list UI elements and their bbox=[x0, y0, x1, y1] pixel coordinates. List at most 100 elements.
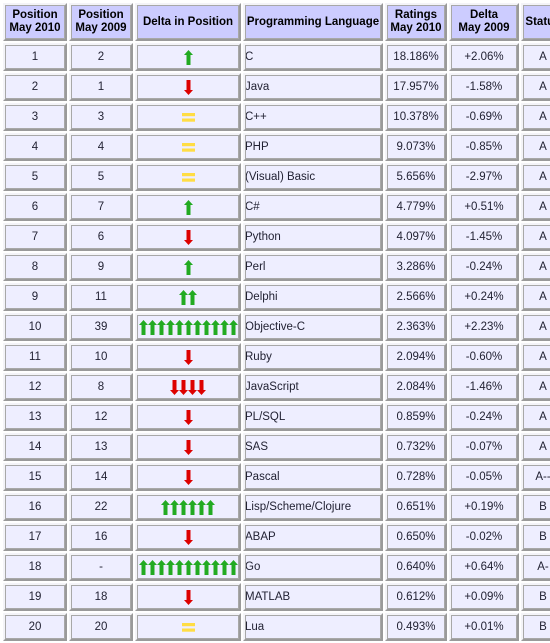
table-row: 12 8 JavaScript 2.084% -1.46% A bbox=[3, 373, 550, 401]
cell-programming-language[interactable]: Lua bbox=[243, 613, 383, 641]
cell-position-2010: 15 bbox=[3, 463, 67, 491]
arrow-up-icon bbox=[183, 559, 193, 575]
arrow-up-icon bbox=[156, 319, 166, 335]
cell-position-2010: 20 bbox=[3, 613, 67, 641]
cell-position-2009: 16 bbox=[69, 523, 133, 551]
cell-position-2010: 2 bbox=[3, 73, 67, 101]
cell-ratings-2010: 0.493% bbox=[385, 613, 447, 641]
cell-programming-language[interactable]: Python bbox=[243, 223, 383, 251]
column-header-ratings-2010: Ratings May 2010 bbox=[385, 3, 447, 41]
arrow-up-icon bbox=[147, 319, 157, 335]
cell-programming-language[interactable]: PHP bbox=[243, 133, 383, 161]
cell-programming-language[interactable]: MATLAB bbox=[243, 583, 383, 611]
cell-status: A bbox=[521, 433, 550, 461]
column-header-delta-in-position: Delta in Position bbox=[135, 3, 241, 41]
cell-position-2010: 3 bbox=[3, 103, 67, 131]
arrow-down-icon bbox=[183, 469, 193, 485]
column-header-line1: Delta bbox=[469, 9, 499, 21]
arrow-up-icon-group bbox=[137, 315, 239, 339]
cell-programming-language[interactable]: Go bbox=[243, 553, 383, 581]
arrow-down-icon bbox=[170, 379, 179, 395]
cell-delta-2009: -0.24% bbox=[449, 403, 519, 431]
cell-delta-2009: -0.60% bbox=[449, 343, 519, 371]
cell-status: A bbox=[521, 373, 550, 401]
cell-position-2009: 13 bbox=[69, 433, 133, 461]
cell-ratings-2010: 2.566% bbox=[385, 283, 447, 311]
cell-ratings-2010: 0.640% bbox=[385, 553, 447, 581]
cell-programming-language[interactable]: ABAP bbox=[243, 523, 383, 551]
arrow-down-icon-group bbox=[137, 465, 239, 489]
cell-programming-language[interactable]: Perl bbox=[243, 253, 383, 281]
table-row: 20 20 Lua 0.493% +0.01% B bbox=[3, 613, 550, 641]
cell-position-2009: 10 bbox=[69, 343, 133, 371]
cell-programming-language[interactable]: Pascal bbox=[243, 463, 383, 491]
cell-delta-2009: -0.85% bbox=[449, 133, 519, 161]
arrow-up-icon bbox=[188, 499, 197, 515]
arrow-up-icon-group bbox=[137, 45, 239, 69]
arrow-up-icon-group bbox=[137, 255, 239, 279]
cell-status: A bbox=[521, 103, 550, 131]
cell-programming-language[interactable]: C# bbox=[243, 193, 383, 221]
cell-programming-language[interactable]: SAS bbox=[243, 433, 383, 461]
cell-programming-language[interactable]: Java bbox=[243, 73, 383, 101]
cell-position-2010: 18 bbox=[3, 553, 67, 581]
equals-icon bbox=[181, 172, 195, 182]
cell-programming-language[interactable]: C bbox=[243, 43, 383, 71]
cell-delta-in-position bbox=[135, 553, 241, 581]
cell-ratings-2010: 2.094% bbox=[385, 343, 447, 371]
arrow-up-icon bbox=[188, 289, 197, 305]
table-row: 16 22 Lisp/Scheme/Clojure 0.651% +0.19% B bbox=[3, 493, 550, 521]
cell-position-2010: 5 bbox=[3, 163, 67, 191]
arrow-up-icon bbox=[228, 559, 238, 575]
cell-programming-language[interactable]: PL/SQL bbox=[243, 403, 383, 431]
arrow-up-icon bbox=[174, 559, 184, 575]
table-row: 7 6 Python 4.097% -1.45% A bbox=[3, 223, 550, 251]
cell-status: A bbox=[521, 133, 550, 161]
cell-programming-language[interactable]: Delphi bbox=[243, 283, 383, 311]
cell-position-2009: 4 bbox=[69, 133, 133, 161]
cell-position-2009: 9 bbox=[69, 253, 133, 281]
cell-delta-in-position bbox=[135, 283, 241, 311]
column-header-status: Status bbox=[521, 3, 550, 41]
column-header-line2: May 2009 bbox=[458, 22, 510, 34]
cell-position-2010: 8 bbox=[3, 253, 67, 281]
cell-position-2009: 18 bbox=[69, 583, 133, 611]
cell-programming-language[interactable]: JavaScript bbox=[243, 373, 383, 401]
arrow-up-icon bbox=[138, 319, 148, 335]
column-header-line2: May 2010 bbox=[390, 22, 442, 34]
cell-ratings-2010: 17.957% bbox=[385, 73, 447, 101]
arrow-down-icon bbox=[183, 79, 193, 95]
arrow-down-icon-group bbox=[137, 375, 239, 399]
column-header-line1: Position bbox=[12, 9, 58, 21]
cell-status: B bbox=[521, 523, 550, 551]
cell-delta-in-position bbox=[135, 373, 241, 401]
column-header-line2: May 2009 bbox=[75, 22, 127, 34]
cell-position-2009: 1 bbox=[69, 73, 133, 101]
cell-position-2010: 17 bbox=[3, 523, 67, 551]
arrow-down-icon bbox=[183, 349, 193, 365]
cell-position-2010: 14 bbox=[3, 433, 67, 461]
arrow-up-icon bbox=[192, 559, 202, 575]
cell-delta-in-position bbox=[135, 613, 241, 641]
table-header: Position May 2010 Position May 2009 Delt… bbox=[3, 3, 550, 41]
table-body: 1 2 C 18.186% +2.06% A 2 1 Java 17.957% -1.58% A 3 3 C… bbox=[3, 43, 550, 641]
arrow-up-icon bbox=[210, 319, 220, 335]
cell-delta-in-position bbox=[135, 193, 241, 221]
cell-programming-language[interactable]: (Visual) Basic bbox=[243, 163, 383, 191]
cell-position-2009: 5 bbox=[69, 163, 133, 191]
cell-programming-language[interactable]: C++ bbox=[243, 103, 383, 131]
table-row: 2 1 Java 17.957% -1.58% A bbox=[3, 73, 550, 101]
cell-status: A bbox=[521, 403, 550, 431]
cell-position-2009: 39 bbox=[69, 313, 133, 341]
header-row: Position May 2010 Position May 2009 Delt… bbox=[3, 3, 550, 41]
cell-programming-language[interactable]: Objective-C bbox=[243, 313, 383, 341]
cell-position-2009: 7 bbox=[69, 193, 133, 221]
cell-status: A bbox=[521, 283, 550, 311]
cell-programming-language[interactable]: Ruby bbox=[243, 343, 383, 371]
cell-programming-language[interactable]: Lisp/Scheme/Clojure bbox=[243, 493, 383, 521]
cell-position-2009: 12 bbox=[69, 403, 133, 431]
table-row: 17 16 ABAP 0.650% -0.02% B bbox=[3, 523, 550, 551]
cell-delta-2009: +0.64% bbox=[449, 553, 519, 581]
cell-position-2009: 22 bbox=[69, 493, 133, 521]
cell-position-2010: 10 bbox=[3, 313, 67, 341]
